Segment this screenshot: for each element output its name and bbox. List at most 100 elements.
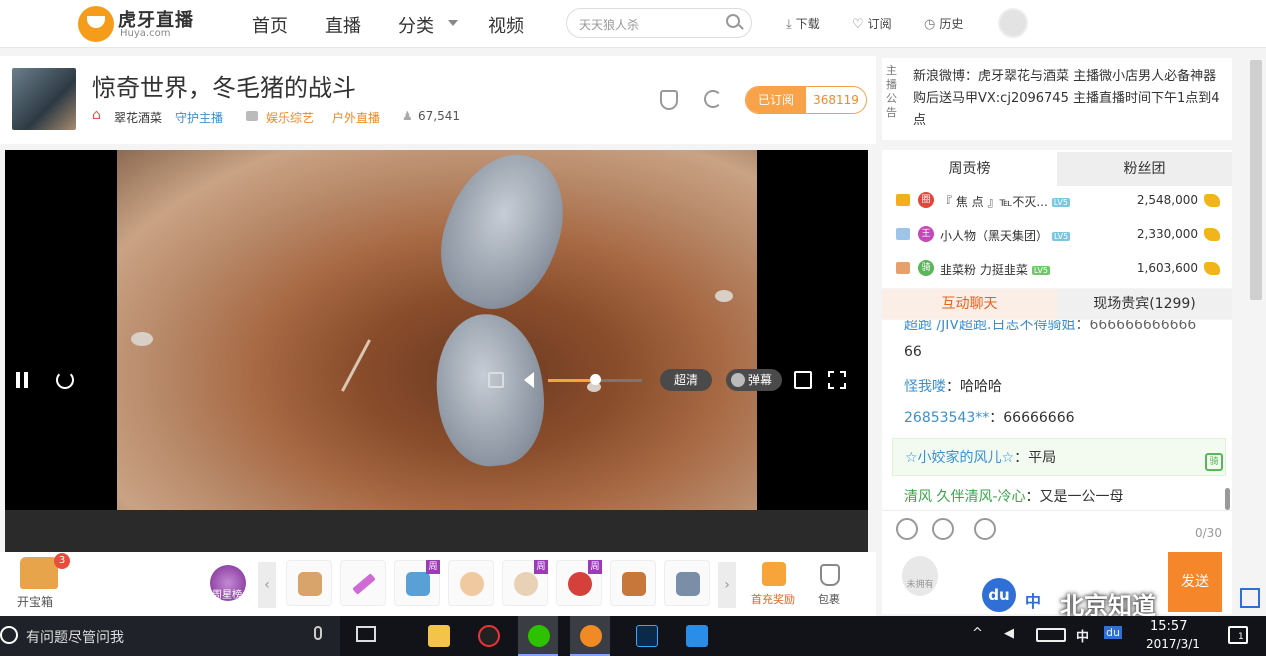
baidu-ime-icon[interactable]: du	[982, 578, 1016, 612]
task-view-icon[interactable]	[356, 626, 376, 642]
ime-grid-icon[interactable]	[1240, 588, 1260, 608]
bag-icon[interactable]	[820, 564, 840, 586]
anchor-name[interactable]: 翠花酒菜	[114, 109, 162, 126]
gift-item[interactable]	[286, 560, 332, 606]
taskbar-huya[interactable]	[570, 616, 610, 656]
subscribe-button[interactable]: 已订阅 368119	[745, 86, 867, 114]
gift-item[interactable]: 周	[502, 560, 548, 606]
guard-anchor-link[interactable]: 守护主播	[175, 109, 223, 126]
danmu-toggle[interactable]: 弹幕	[726, 369, 782, 391]
tab-vip-guests[interactable]: 现场贵宾(1299)	[1057, 289, 1232, 319]
fullscreen-icon[interactable]	[828, 371, 846, 389]
rank-row[interactable]: 圈 『 焦 点 』℡不灭... LV5 2,548,000	[892, 186, 1224, 216]
search-input[interactable]: 天天狼人杀	[566, 8, 752, 38]
tab-weekly-contribution[interactable]: 周贡榜	[882, 152, 1057, 186]
report-shield-icon[interactable]	[660, 90, 678, 110]
gift-item[interactable]	[664, 560, 710, 606]
nav-home[interactable]: 首页	[252, 12, 288, 38]
microphone-icon[interactable]	[314, 626, 322, 640]
chat-nick[interactable]: 清风 久伴清风-冷心	[904, 489, 1026, 505]
pause-icon[interactable]	[16, 372, 28, 388]
first-recharge-icon[interactable]	[762, 562, 786, 586]
bag-label[interactable]: 包裹	[818, 591, 840, 607]
open-chest-label[interactable]: 开宝箱	[17, 593, 53, 610]
speaker-icon[interactable]: ◀	[1004, 626, 1014, 641]
chat-scrollbar[interactable]	[1225, 488, 1230, 510]
chat-nick[interactable]: 26853543**	[904, 410, 989, 426]
gift-item[interactable]	[610, 560, 656, 606]
user-avatar[interactable]	[998, 8, 1028, 38]
tray-expand-icon[interactable]: ^	[972, 626, 983, 641]
nav-live[interactable]: 直播	[325, 12, 361, 38]
volume-knob[interactable]	[590, 374, 601, 385]
tray-ime[interactable]: 中	[1076, 626, 1089, 645]
rat-upper	[421, 150, 585, 326]
chat-nick[interactable]: 怪我喽	[904, 379, 946, 395]
keyboard-icon[interactable]	[1036, 628, 1066, 642]
gift-icon	[622, 572, 646, 596]
search-icon[interactable]	[726, 14, 740, 28]
rank-user-name: 韭菜粉 力挺韭菜	[940, 263, 1028, 277]
category-link[interactable]: 娱乐综艺	[266, 109, 314, 126]
notification-center-icon[interactable]: 1	[1228, 626, 1248, 644]
send-button[interactable]: 发送	[1168, 552, 1222, 612]
anchor-avatar[interactable]	[12, 68, 76, 130]
clock-time[interactable]: 15:57	[1150, 619, 1187, 634]
chat-text: ：平局	[1014, 450, 1057, 466]
huya-logo[interactable]: 虎牙直播 Huya.com	[78, 4, 208, 44]
clock-date[interactable]: 2017/3/1	[1146, 637, 1200, 651]
edit-danmu-icon[interactable]	[488, 372, 504, 388]
quality-button[interactable]: 超清	[660, 369, 712, 391]
rank-user-name: 『 焦 点 』℡不灭...	[940, 195, 1048, 209]
taskbar-photoshop[interactable]	[626, 616, 666, 656]
volume-icon[interactable]	[524, 372, 534, 388]
subscriptions-link[interactable]: ♡ 订阅	[852, 15, 892, 32]
screenshot-icon[interactable]	[794, 371, 812, 389]
subcategory-link[interactable]: 户外直播	[332, 109, 380, 126]
taskbar-qq[interactable]	[468, 616, 508, 656]
palette-icon[interactable]	[932, 518, 954, 540]
gift-prev-button[interactable]: ‹	[258, 562, 276, 608]
font-icon[interactable]	[974, 518, 996, 540]
rank-row[interactable]: 王 小人物（黑天集团） LV5 2,330,000	[892, 220, 1224, 250]
video-frame[interactable]	[117, 150, 757, 510]
refresh-icon[interactable]	[56, 371, 74, 389]
rank-row[interactable]: 骑 韭菜粉 力挺韭菜 LV5 1,603,600	[892, 254, 1224, 284]
vip-badge[interactable]: 未拥有	[902, 556, 938, 596]
fan-badge: 王	[918, 226, 934, 242]
qq-penguin-icon	[478, 625, 500, 647]
tray-baidu-icon[interactable]: du	[1104, 626, 1122, 639]
download-link[interactable]: ⤓ 下载	[786, 15, 820, 32]
cortana-icon[interactable]	[0, 626, 18, 644]
gift-item[interactable]	[448, 560, 494, 606]
tab-fan-club[interactable]: 粉丝团	[1057, 152, 1232, 186]
crown-icon	[896, 262, 910, 274]
gift-item[interactable]: 周	[556, 560, 602, 606]
category-chevron-down-icon[interactable]	[448, 20, 458, 26]
nav-video[interactable]: 视频	[488, 12, 524, 38]
taskbar-word[interactable]	[676, 616, 716, 656]
share-icon[interactable]	[704, 90, 722, 108]
video-player[interactable]	[5, 150, 868, 552]
cortana-placeholder[interactable]: 有问题尽管问我	[26, 627, 124, 647]
rock	[715, 290, 733, 302]
ime-chinese-indicator[interactable]: 中	[1025, 588, 1041, 612]
gift-item[interactable]: 周	[394, 560, 440, 606]
taskbar-file-explorer[interactable]	[418, 616, 458, 656]
emoji-icon[interactable]	[896, 518, 918, 540]
first-recharge-label[interactable]: 首充奖励	[751, 591, 795, 607]
gift-item[interactable]	[340, 560, 386, 606]
taskbar-wechat[interactable]	[518, 616, 558, 656]
huya-logo-icon	[78, 6, 114, 42]
coin-icon	[1204, 228, 1220, 241]
tab-chat[interactable]: 互动聊天	[882, 289, 1057, 319]
chat-nick[interactable]: 超跑 /JIV超跑.日志不得骑姐	[904, 320, 1075, 333]
gift-next-button[interactable]: ›	[718, 562, 736, 608]
history-link[interactable]: ◷ 历史	[924, 15, 963, 32]
gift-icon	[298, 572, 322, 596]
treasure-chest-icon[interactable]	[20, 557, 58, 589]
chat-nick[interactable]: ☆小姣家的风儿☆	[905, 450, 1014, 466]
page-scrollbar[interactable]	[1250, 60, 1262, 300]
nav-category[interactable]: 分类	[398, 12, 434, 38]
rank-user-name: 小人物（黑天集团）	[940, 229, 1049, 243]
